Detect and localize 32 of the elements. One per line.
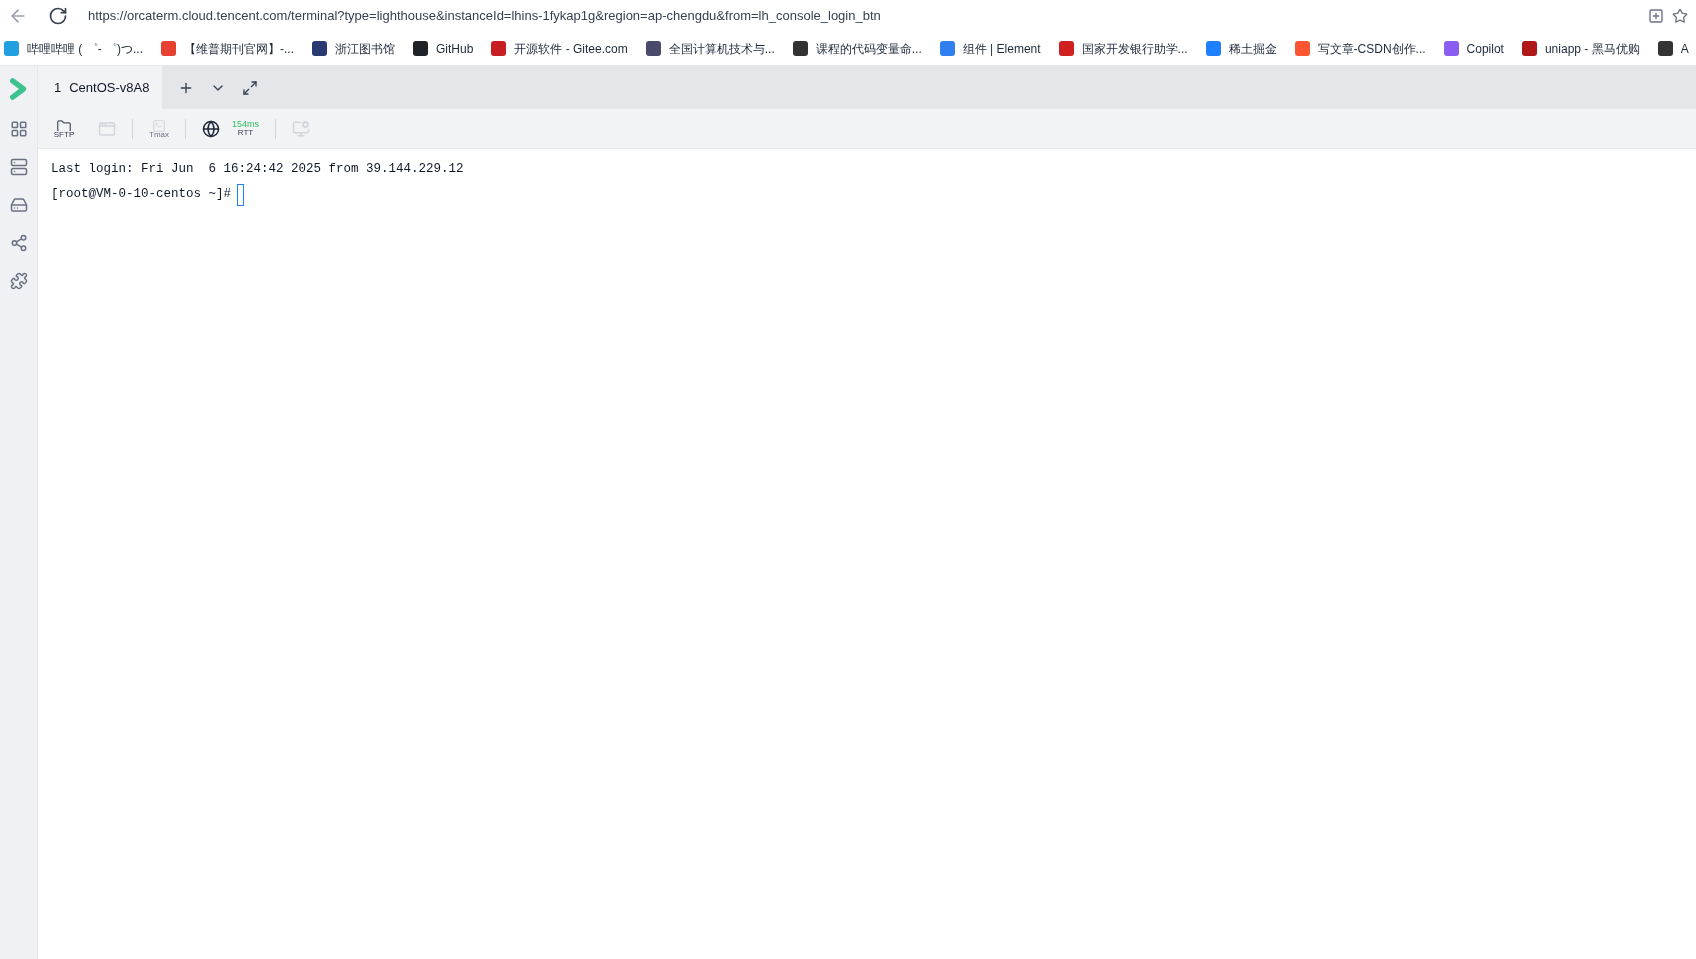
reload-icon[interactable]: [48, 6, 68, 26]
bookmark[interactable]: 课程的代码变量命...: [792, 39, 922, 58]
terminal-tab[interactable]: 1 CentOS-v8A8: [38, 66, 162, 109]
logo-icon: [9, 78, 28, 100]
bookmark[interactable]: 浙江图书馆: [312, 39, 395, 58]
bookmark[interactable]: 开源软件 - Gitee.com: [491, 39, 628, 58]
star-icon[interactable]: [1672, 8, 1688, 24]
url-text: https://orcaterm.cloud.tencent.com/terminal?type=lighthouse&instanceId=lhins-1fykap1g&region=ap-chengdu&from=lh_console_login_btn: [88, 7, 881, 26]
bookmark[interactable]: 【维普期刊官网】-...: [161, 39, 294, 58]
bookmark[interactable]: A: [1657, 39, 1689, 58]
bookmark[interactable]: 哔哩哔哩 ( ゜- ゜)つ...: [4, 39, 143, 58]
drive-icon[interactable]: [9, 196, 28, 214]
bookmark[interactable]: Copilot: [1443, 39, 1504, 58]
servers-icon[interactable]: [9, 158, 28, 176]
fullscreen-icon[interactable]: [242, 79, 258, 96]
bookmark[interactable]: 全国计算机技术与...: [645, 39, 775, 58]
sftp-button[interactable]: SFTP: [54, 118, 74, 139]
latency-indicator: 154ms RTT: [232, 120, 259, 137]
bookmark[interactable]: GitHub: [413, 39, 474, 58]
bookmark[interactable]: 稀土掘金: [1205, 39, 1277, 58]
bookmark[interactable]: uniapp - 黑马优购: [1521, 39, 1640, 58]
terminal-line: Last login: Fri Jun 6 16:24:42 2025 from 39.144.229.12: [51, 161, 464, 178]
bookmark[interactable]: 国家开发银行助学...: [1058, 39, 1188, 58]
bookmark[interactable]: 组件 | Element: [939, 39, 1041, 58]
terminal-prompt: [root@VM-0-10-centos ~]#: [51, 186, 232, 203]
cursor: [237, 183, 245, 206]
globe-icon[interactable]: [202, 119, 220, 138]
share-icon[interactable]: [9, 234, 28, 252]
plugin-icon[interactable]: [9, 272, 28, 290]
bookmark[interactable]: 写文章-CSDN创作...: [1294, 39, 1426, 58]
tmux-button[interactable]: Tmax: [149, 118, 169, 139]
apps-icon[interactable]: [9, 120, 28, 138]
